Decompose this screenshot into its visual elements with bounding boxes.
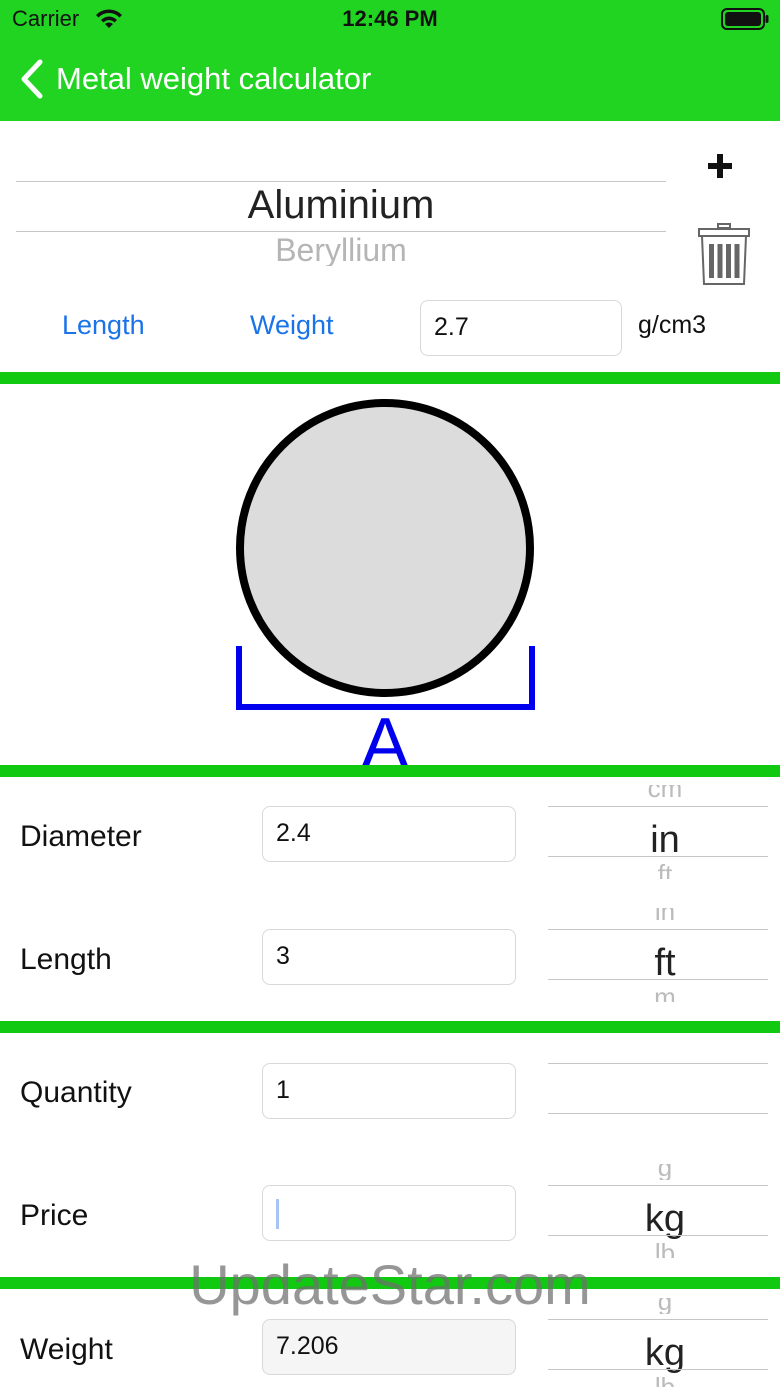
trash-icon[interactable]	[697, 222, 751, 286]
density-unit-label: g/cm3	[638, 311, 707, 339]
clock: 12:46 PM	[342, 6, 438, 31]
picker-divider	[548, 1063, 768, 1064]
unit-option[interactable]: lb	[548, 1374, 780, 1387]
quantity-field[interactable]: 1	[262, 1063, 516, 1119]
picker-divider	[548, 1113, 768, 1114]
quantity-label: Quantity	[20, 1076, 132, 1109]
picker-divider	[548, 929, 768, 930]
picker-divider	[548, 856, 768, 857]
picker-divider	[548, 1369, 768, 1370]
battery-icon	[721, 8, 769, 30]
picker-divider	[548, 806, 768, 807]
unit-option[interactable]: cm	[548, 785, 780, 801]
weight-mode-button[interactable]: Weight	[250, 310, 334, 341]
weight-label: Weight	[20, 1333, 113, 1366]
diameter-unit-picker[interactable]: cm in ft	[548, 785, 768, 907]
picker-selected-material[interactable]: Aluminium	[16, 183, 666, 228]
watermark: UpdateStar.com	[189, 1253, 591, 1316]
chevron-left-icon	[21, 59, 43, 99]
section-divider	[0, 765, 780, 777]
picker-next-material[interactable]: Beryllium	[16, 232, 666, 266]
unit-option[interactable]: m	[548, 984, 780, 1002]
unit-option[interactable]: g	[548, 1164, 780, 1180]
unit-option[interactable]: ft	[548, 861, 780, 879]
section-divider	[0, 1021, 780, 1033]
picker-divider	[548, 1235, 768, 1236]
nav-bar: Carrier 12:46 PM Metal weight calculator	[0, 0, 780, 121]
length-label: Length	[20, 943, 112, 976]
section-divider	[0, 372, 780, 384]
text-caret	[276, 1199, 279, 1229]
weight-result-field: 7.206	[262, 1319, 516, 1375]
length-unit-picker[interactable]: in ft m	[548, 908, 768, 1030]
dimension-label: A	[361, 704, 409, 768]
picker-divider	[548, 1319, 768, 1320]
density-field[interactable]: 2.7	[420, 300, 622, 356]
quantity-unit-picker[interactable]	[548, 1042, 768, 1164]
unit-option[interactable]: in	[548, 908, 780, 924]
price-field[interactable]	[262, 1185, 516, 1241]
picker-divider-top	[16, 181, 666, 182]
page-title: Metal weight calculator	[56, 61, 372, 96]
back-button[interactable]: Metal weight calculator	[18, 54, 371, 104]
add-icon[interactable]	[704, 150, 736, 182]
material-picker[interactable]: Aluminium Beryllium	[16, 140, 666, 270]
length-field[interactable]: 3	[262, 929, 516, 985]
picker-divider	[548, 979, 768, 980]
diameter-label: Diameter	[20, 820, 142, 853]
length-mode-button[interactable]: Length	[62, 310, 145, 341]
round-bar-diagram: A	[236, 399, 535, 768]
price-label: Price	[20, 1199, 89, 1232]
picker-divider	[548, 1185, 768, 1186]
cross-section-circle	[236, 399, 534, 697]
diameter-field[interactable]: 2.4	[262, 806, 516, 862]
